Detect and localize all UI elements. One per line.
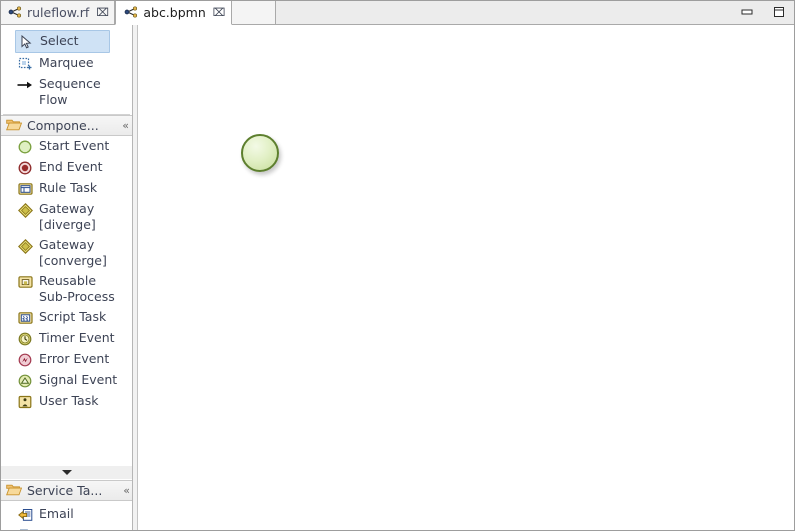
palette-item-label: Email <box>39 506 74 521</box>
palette-group-header-components[interactable]: Compone... « <box>1 115 132 136</box>
eclipse-bpmn-editor-window: ruleflow.rf ⌧ abc.bpmn ⌧ Select Marquee … <box>0 0 795 531</box>
palette-item-label: Timer Event <box>39 330 115 345</box>
start-event-node[interactable] <box>241 134 279 172</box>
collapse-chevrons-icon[interactable]: « <box>123 484 130 497</box>
palette-item-email[interactable]: Email <box>1 504 132 525</box>
palette-group-header-service-tasks[interactable]: Service Ta... « <box>1 480 132 501</box>
maximize-button[interactable] <box>771 4 787 20</box>
bpmn-diagram-icon <box>8 6 22 18</box>
tab-abc-bpmn[interactable]: abc.bpmn ⌧ <box>115 0 232 25</box>
palette-item-gateway-diverge[interactable]: Gateway [diverge] <box>1 199 132 235</box>
palette-tool-marquee[interactable]: Marquee <box>1 53 132 74</box>
window-controls <box>739 4 787 20</box>
palette-scroll-down-button[interactable] <box>1 466 132 479</box>
gateway-converge-icon <box>17 238 33 254</box>
palette-item-log[interactable]: Log <box>1 525 132 531</box>
close-icon[interactable]: ⌧ <box>96 7 109 18</box>
open-folder-icon <box>6 118 22 134</box>
palette-item-user-task[interactable]: User Task <box>1 391 132 412</box>
editor-tabs: ruleflow.rf ⌧ abc.bpmn ⌧ <box>0 0 276 25</box>
palette-item-label: Log <box>39 527 61 531</box>
palette-item-label: Reusable Sub-Process <box>39 273 115 304</box>
palette-tool-label: Select <box>40 33 79 48</box>
signal-event-icon <box>17 373 33 389</box>
palette-item-label: End Event <box>39 159 103 174</box>
palette-item-label: Error Event <box>39 351 110 366</box>
palette-group-components-items: Start Event End Event Rule Task Gateway … <box>1 136 132 412</box>
palette-item-label: User Task <box>39 393 99 408</box>
palette-item-end-event[interactable]: End Event <box>1 157 132 178</box>
palette-group-service-tasks-items: Email Log <box>1 504 132 531</box>
gateway-diverge-icon <box>17 202 33 218</box>
palette-tool-select[interactable]: Select <box>15 30 110 53</box>
palette-tool-label: Marquee <box>39 55 94 70</box>
rule-task-icon <box>17 181 33 197</box>
editor-palette: Select Marquee Sequence Flow Compone... … <box>1 25 133 531</box>
reusable-subprocess-icon <box>17 274 33 290</box>
tab-label: ruleflow.rf <box>27 4 90 20</box>
arrow-right-icon <box>17 77 33 93</box>
tab-ruleflow-rf[interactable]: ruleflow.rf ⌧ <box>0 0 116 25</box>
palette-group-title: Compone... <box>27 118 99 133</box>
close-icon[interactable]: ⌧ <box>213 7 226 18</box>
palette-item-label: Gateway [converge] <box>39 237 107 268</box>
palette-item-label: Start Event <box>39 138 110 153</box>
tab-strip-spacer <box>231 0 276 25</box>
palette-item-label: Signal Event <box>39 372 118 387</box>
email-icon <box>17 507 33 523</box>
palette-item-label: Script Task <box>39 309 107 324</box>
palette-item-rule-task[interactable]: Rule Task <box>1 178 132 199</box>
start-event-icon <box>17 139 33 155</box>
palette-item-signal-event[interactable]: Signal Event <box>1 370 132 391</box>
timer-event-icon <box>17 331 33 347</box>
diagram-canvas[interactable] <box>138 25 794 531</box>
palette-item-timer-event[interactable]: Timer Event <box>1 328 132 349</box>
script-task-icon <box>17 310 33 326</box>
palette-item-label: Gateway [diverge] <box>39 201 96 232</box>
palette-item-label: Rule Task <box>39 180 98 195</box>
palette-tool-sequence-flow[interactable]: Sequence Flow <box>1 74 132 110</box>
minimize-button[interactable] <box>739 4 755 20</box>
marquee-select-icon <box>17 56 33 72</box>
end-event-icon <box>17 160 33 176</box>
palette-item-reusable-subprocess[interactable]: Reusable Sub-Process <box>1 271 132 307</box>
error-event-icon <box>17 352 33 368</box>
palette-tool-label: Sequence Flow <box>39 76 101 107</box>
palette-item-script-task[interactable]: Script Task <box>1 307 132 328</box>
collapse-chevrons-icon[interactable]: « <box>122 119 129 132</box>
user-task-icon <box>17 394 33 410</box>
open-folder-icon <box>6 483 22 499</box>
chevron-down-icon <box>62 470 72 475</box>
tab-label: abc.bpmn <box>143 4 206 20</box>
palette-item-start-event[interactable]: Start Event <box>1 136 132 157</box>
editor-tab-strip: ruleflow.rf ⌧ abc.bpmn ⌧ <box>0 0 795 25</box>
palette-item-gateway-converge[interactable]: Gateway [converge] <box>1 235 132 271</box>
palette-item-error-event[interactable]: Error Event <box>1 349 132 370</box>
cursor-arrow-icon <box>18 34 34 50</box>
palette-group-title: Service Ta... <box>27 483 103 498</box>
bpmn-diagram-icon <box>124 6 138 18</box>
